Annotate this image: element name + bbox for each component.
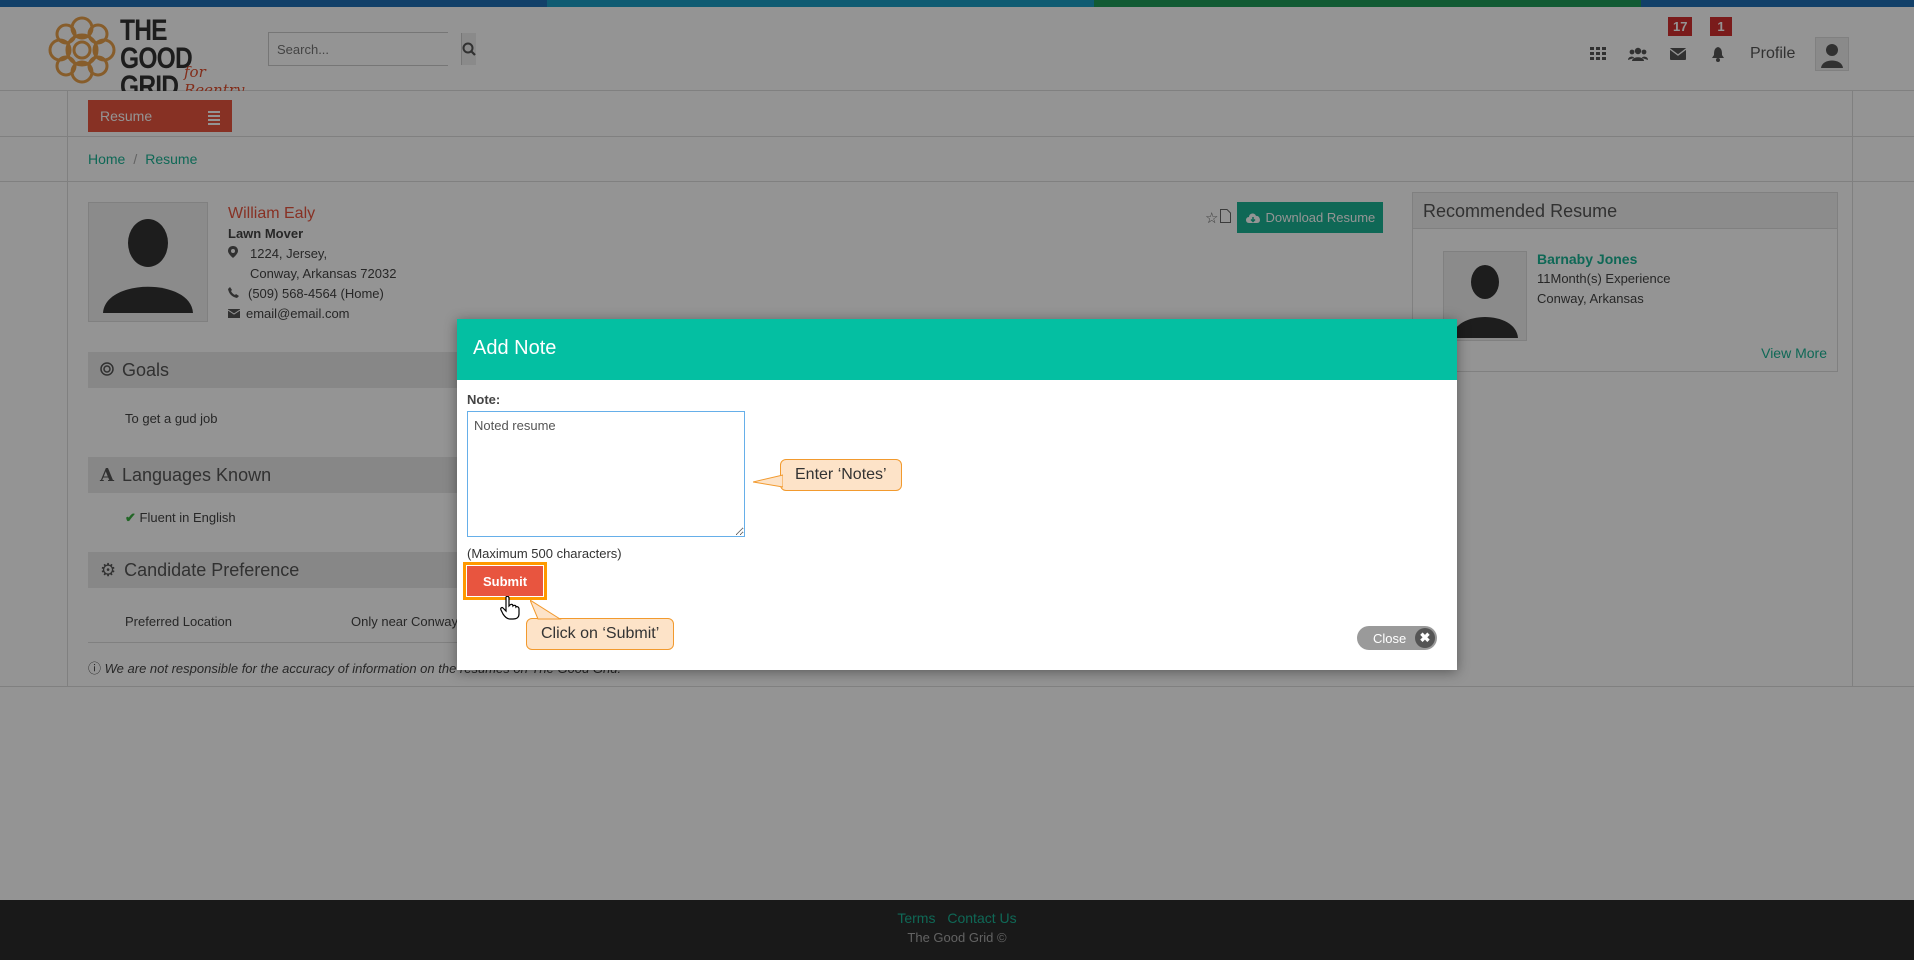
callout-submit-text: Click on ‘Submit’ [541, 625, 660, 642]
close-label: Close [1373, 630, 1407, 646]
callout-click-submit: Click on ‘Submit’ [526, 618, 675, 650]
callout-enter-notes: Enter ‘Notes’ [780, 459, 902, 491]
note-label: Note: [467, 392, 501, 407]
callout-pointer-submit [530, 600, 562, 620]
submit-button[interactable]: Submit [467, 566, 543, 596]
modal-title: Add Note [457, 319, 1457, 380]
close-icon: ✖ [1415, 628, 1435, 648]
submit-highlight: Submit [463, 562, 547, 600]
hand-cursor-icon [500, 596, 520, 620]
close-button[interactable]: Close ✖ [1357, 626, 1437, 650]
callout-notes-text: Enter ‘Notes’ [795, 466, 887, 483]
callout-pointer-notes [753, 474, 783, 488]
note-textarea[interactable] [467, 411, 745, 537]
max-chars-hint: (Maximum 500 characters) [467, 546, 622, 561]
